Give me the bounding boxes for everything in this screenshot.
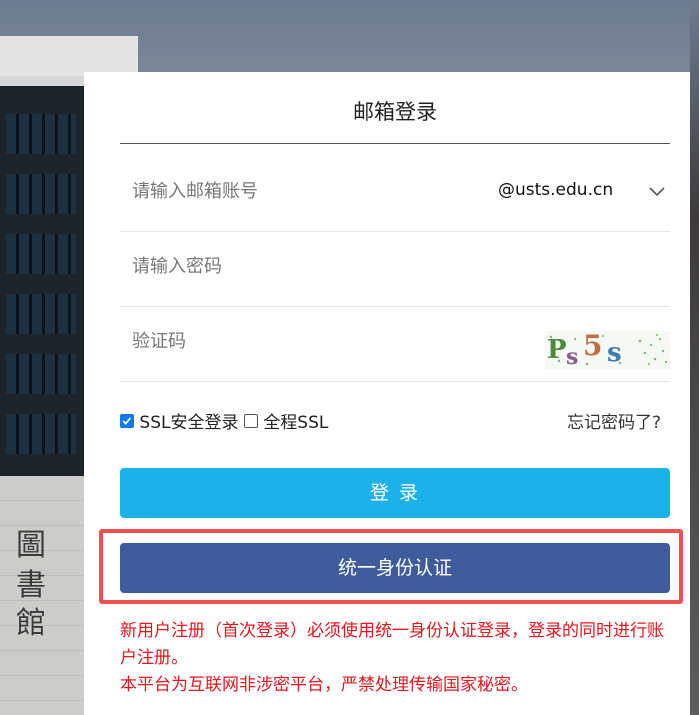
- domain-select[interactable]: @usts.edu.cn: [498, 176, 670, 210]
- full-ssl-checkbox[interactable]: [243, 414, 258, 428]
- ssl-label: SSL安全登录: [139, 413, 239, 433]
- building-window: [6, 174, 76, 214]
- password-input[interactable]: [132, 248, 472, 284]
- captcha-char: P: [547, 335, 567, 365]
- notice-line: 本平台为互联网非涉密平台，严禁处理传输国家秘密。: [120, 675, 528, 695]
- captcha-char: s: [607, 338, 622, 368]
- login-button[interactable]: 登 录: [120, 468, 670, 518]
- building-window: [6, 294, 76, 334]
- captcha-input[interactable]: [132, 323, 412, 359]
- login-page: 圖 書 館 邮箱登录 @usts.edu.cn P: [0, 0, 699, 715]
- login-options: SSL安全登录 全程SSL 忘记密码了?: [120, 408, 670, 433]
- building-facade: [0, 86, 84, 476]
- email-account-input[interactable]: [132, 173, 472, 209]
- building-roof: [0, 36, 138, 76]
- ssl-option[interactable]: SSL安全登录: [120, 408, 238, 433]
- full-ssl-option[interactable]: 全程SSL: [243, 408, 329, 433]
- notice-text: 新用户注册（首次登录）必须使用统一身份认证登录，登录的同时进行账户注册。 本平台…: [120, 618, 680, 699]
- background-edge: [690, 0, 699, 715]
- forgot-password-link[interactable]: 忘记密码了?: [567, 408, 661, 433]
- captcha-char: s: [566, 344, 578, 369]
- calligraphy-char: 館: [16, 606, 46, 641]
- account-row: @usts.edu.cn: [120, 157, 670, 232]
- building-window: [6, 234, 76, 274]
- building-window: [6, 354, 76, 394]
- calligraphy-char: 圖: [16, 528, 46, 563]
- page-title: 邮箱登录: [353, 100, 437, 124]
- building-window: [6, 114, 76, 154]
- captcha-char: 5: [583, 331, 602, 362]
- unified-auth-button[interactable]: 统一身份认证: [120, 543, 670, 593]
- captcha-row: P s 5 s: [120, 307, 670, 382]
- ssl-checkbox[interactable]: [120, 414, 134, 428]
- building-window: [6, 414, 76, 454]
- full-ssl-label: 全程SSL: [263, 413, 329, 433]
- chevron-down-icon: [649, 187, 665, 197]
- domain-selected-value: @usts.edu.cn: [498, 180, 614, 200]
- notice-line: 新用户注册（首次登录）必须使用统一身份认证登录，登录的同时进行账户注册。: [120, 621, 664, 668]
- captcha-image[interactable]: P s 5 s: [545, 331, 670, 369]
- title-divider: [120, 143, 670, 144]
- password-row: [120, 232, 670, 307]
- check-icon: [122, 417, 132, 425]
